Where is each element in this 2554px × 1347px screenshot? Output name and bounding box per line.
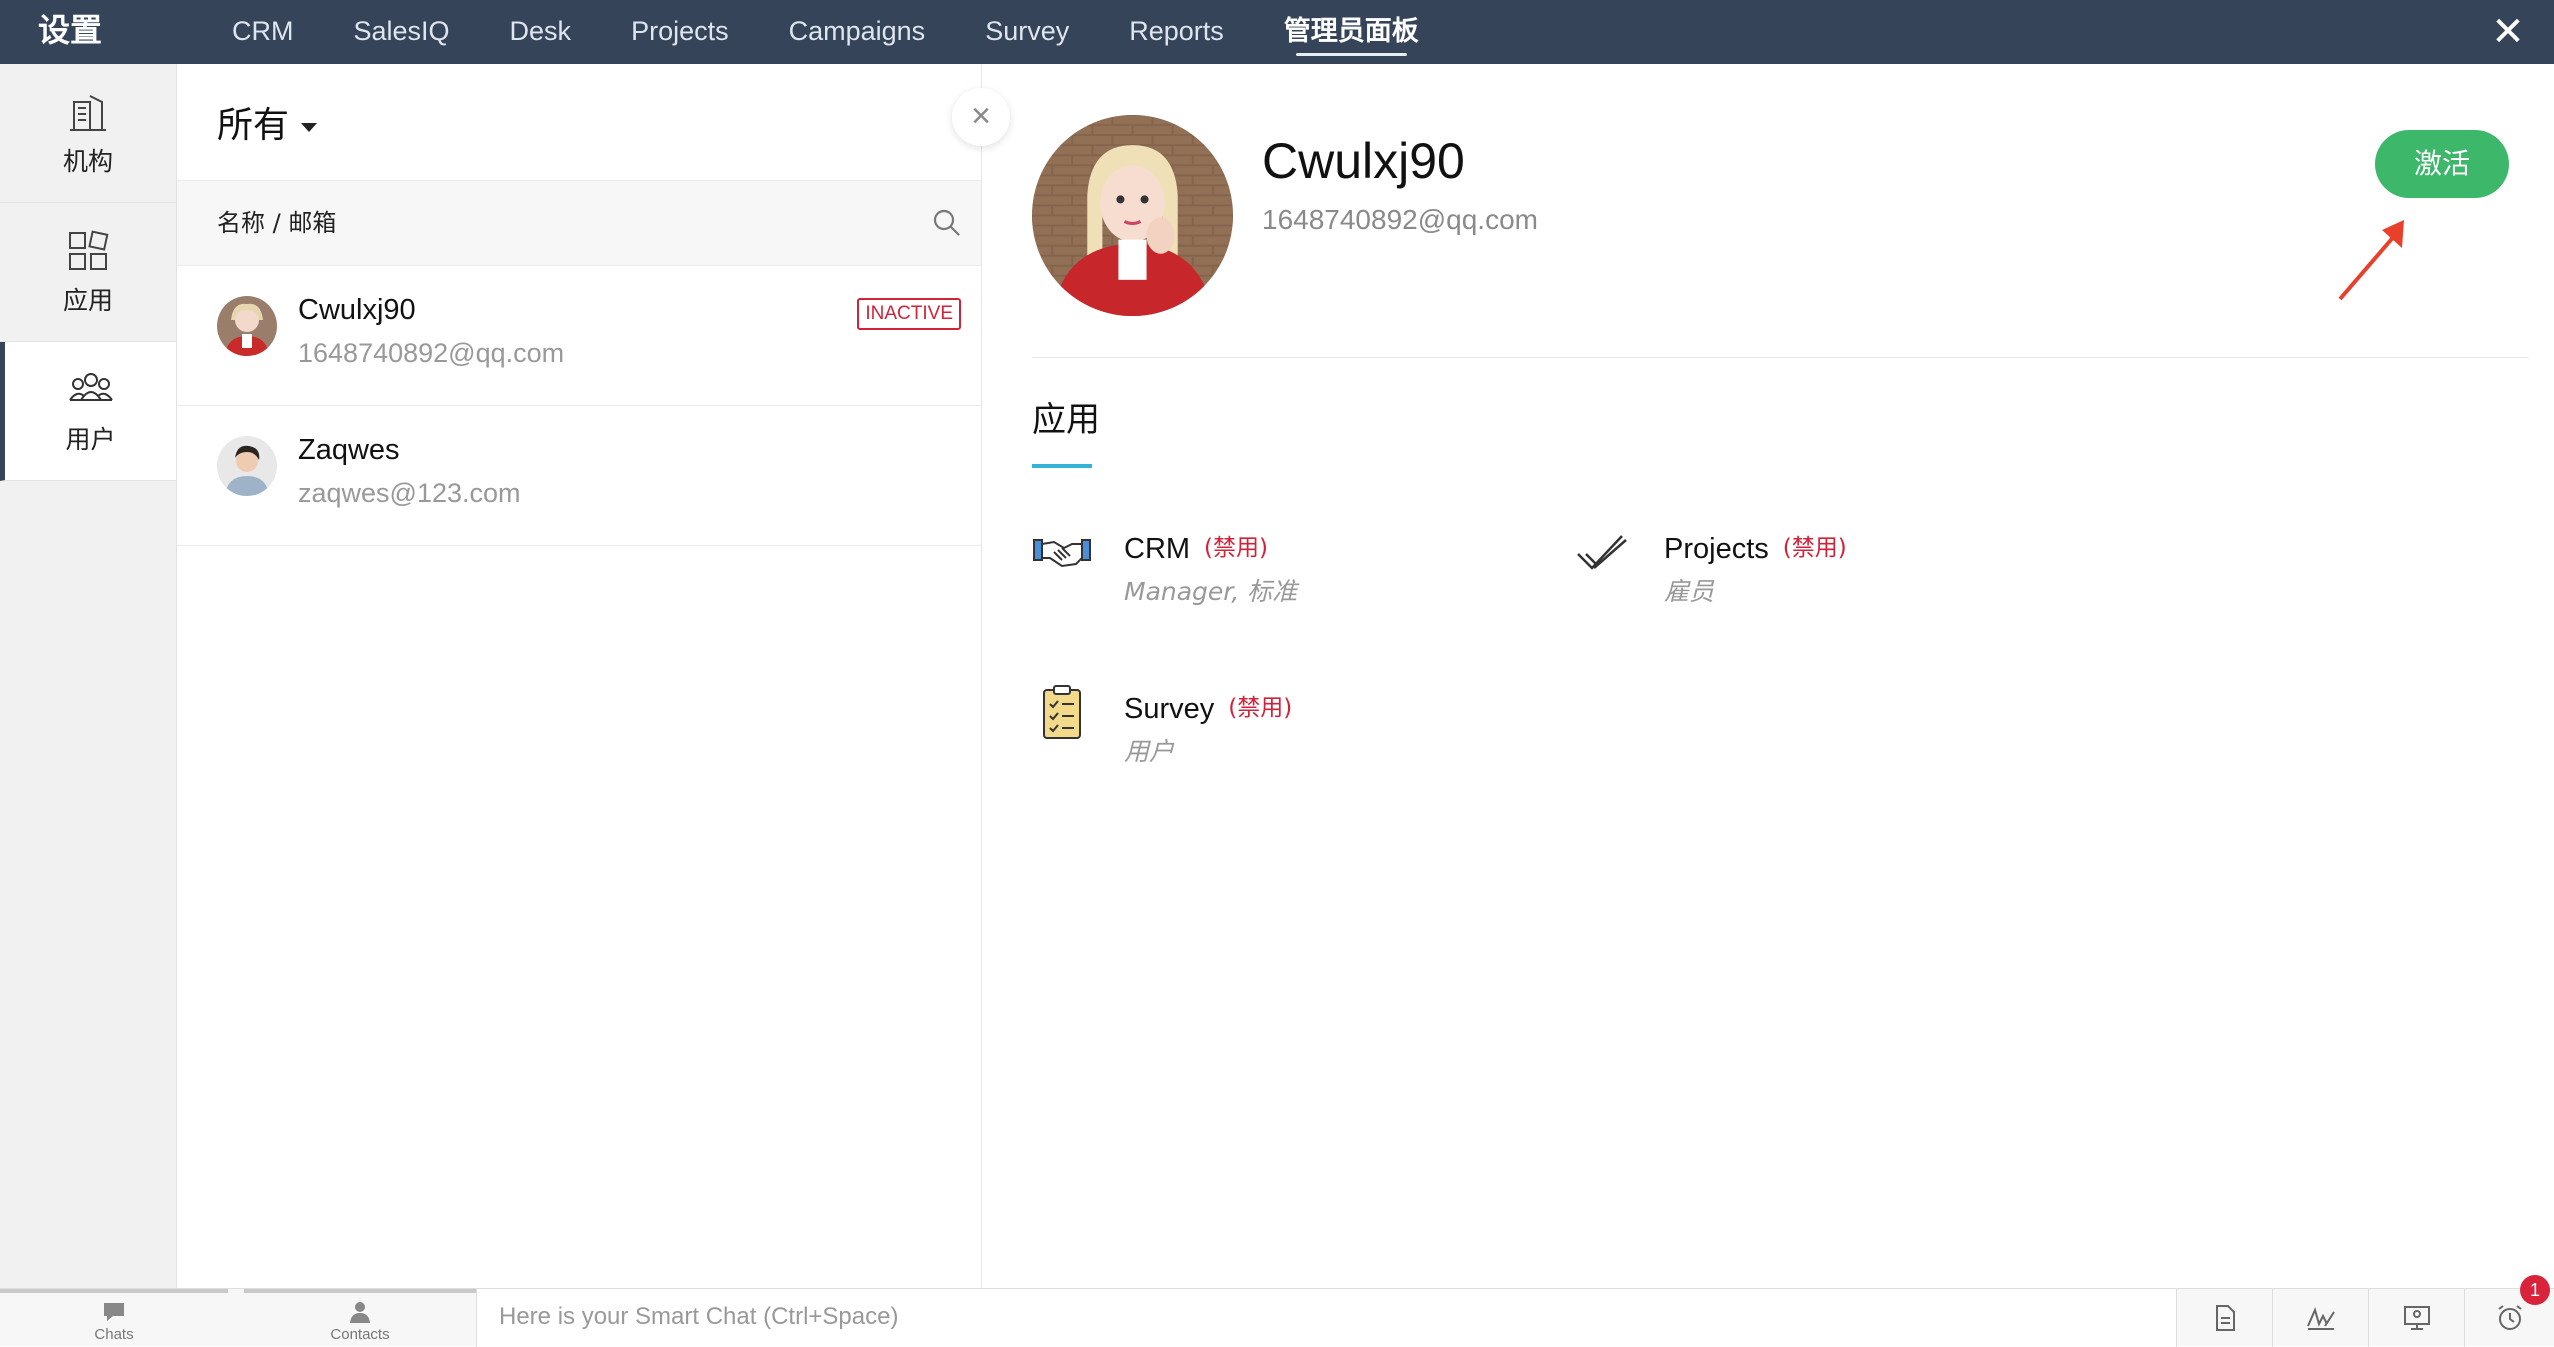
app-disabled-flag: (禁用) bbox=[1204, 535, 1268, 561]
caret-down-icon bbox=[301, 122, 318, 132]
user-email: zaqwes@123.com bbox=[298, 478, 521, 508]
smart-chat-input[interactable]: Here is your Smart Chat (Ctrl+Space) bbox=[476, 1289, 2176, 1347]
notes-button[interactable] bbox=[2176, 1289, 2272, 1347]
app-role: Manager, 标准 bbox=[1124, 577, 1298, 606]
rail-label: 应用 bbox=[62, 286, 113, 315]
screen-share-button[interactable] bbox=[2368, 1289, 2464, 1347]
rail-item-organization[interactable]: 机构 bbox=[0, 64, 176, 203]
user-list-panel: 所有 名称 / 邮箱 Cwulxj90 1648740892@qq.com IN… bbox=[177, 64, 982, 1288]
user-filter-dropdown[interactable]: 所有 bbox=[217, 96, 318, 148]
chats-label: Chats bbox=[94, 1326, 134, 1343]
app-title: CRM bbox=[1124, 533, 1191, 565]
list-header: 所有 bbox=[177, 64, 981, 181]
app-disabled-flag: (禁用) bbox=[1782, 535, 1847, 561]
signature-button[interactable] bbox=[2272, 1289, 2368, 1347]
nav-desk[interactable]: Desk bbox=[510, 0, 572, 64]
user-email: 1648740892@qq.com bbox=[298, 338, 565, 368]
app-name: CRM (禁用) bbox=[1124, 528, 1268, 566]
nav-salesiq[interactable]: SalesIQ bbox=[354, 0, 450, 64]
user-avatar-large bbox=[1032, 115, 1233, 316]
search-icon[interactable] bbox=[931, 207, 963, 239]
top-bar: 设置 CRM SalesIQ Desk Projects Campaigns S… bbox=[0, 0, 2554, 64]
close-settings-button[interactable]: ✕ bbox=[2486, 10, 2530, 54]
section-underline bbox=[1032, 464, 1092, 468]
app-title: Projects bbox=[1664, 533, 1769, 565]
bottom-bar: Chats Contacts Here is your Smart Chat (… bbox=[0, 1275, 2554, 1347]
close-icon: ✕ bbox=[2491, 10, 2525, 54]
signature-icon bbox=[2306, 1307, 2335, 1330]
app-disabled-flag: (禁用) bbox=[1228, 695, 1293, 721]
avatar bbox=[217, 296, 277, 356]
nav-survey[interactable]: Survey bbox=[985, 0, 1069, 64]
nav-projects[interactable]: Projects bbox=[631, 0, 729, 64]
app-role: 用户 bbox=[1124, 737, 1175, 766]
app-name: Survey (禁用) bbox=[1124, 688, 1292, 726]
document-icon bbox=[2215, 1305, 2235, 1331]
filter-label: 所有 bbox=[217, 105, 290, 146]
app-title: Survey bbox=[1124, 693, 1215, 725]
user-row[interactable]: Cwulxj90 1648740892@qq.com INACTIVE bbox=[177, 266, 981, 406]
alarm-clock-icon bbox=[2497, 1305, 2522, 1330]
nav-admin-panel[interactable]: 管理员面板 bbox=[1284, 0, 1419, 64]
chat-bubble-icon bbox=[104, 1303, 124, 1321]
chats-tab[interactable]: Chats bbox=[0, 1289, 228, 1347]
user-row[interactable]: Zaqwes zaqwes@123.com bbox=[177, 406, 981, 546]
contacts-label: Contacts bbox=[330, 1326, 390, 1343]
contact-person-icon bbox=[350, 1302, 370, 1323]
rail-item-apps[interactable]: 应用 bbox=[0, 203, 176, 342]
rail-label: 用户 bbox=[65, 425, 116, 454]
clipboard-checklist-icon bbox=[1043, 685, 1081, 739]
users-icon bbox=[68, 373, 113, 401]
app-name: Projects (禁用) bbox=[1664, 528, 1847, 566]
close-icon: × bbox=[971, 97, 991, 135]
notification-count-badge: 1 bbox=[2520, 1275, 2550, 1305]
app-role: 雇员 bbox=[1664, 577, 1715, 606]
section-divider bbox=[1032, 357, 2529, 358]
user-name: Zaqwes bbox=[298, 434, 400, 466]
rail-label: 机构 bbox=[62, 147, 113, 176]
user-detail-panel: Cwulxj90 1648740892@qq.com 激活 应用 CRM (禁用)… bbox=[982, 64, 2554, 1288]
close-detail-button[interactable]: × bbox=[952, 88, 1010, 146]
apps-grid-icon bbox=[69, 230, 109, 270]
contacts-tab[interactable]: Contacts bbox=[244, 1289, 476, 1347]
double-check-icon bbox=[1577, 535, 1627, 570]
monitor-icon bbox=[2403, 1306, 2430, 1330]
building-icon bbox=[70, 95, 106, 131]
nav-crm[interactable]: CRM bbox=[232, 0, 294, 64]
pointer-arrow-icon bbox=[2338, 220, 2404, 301]
settings-title: 设置 bbox=[38, 11, 103, 49]
reminders-button[interactable]: 1 bbox=[2464, 1275, 2554, 1347]
avatar bbox=[217, 436, 277, 496]
column-header: 名称 / 邮箱 bbox=[177, 181, 981, 266]
settings-rail: 机构 应用 用户 bbox=[0, 64, 177, 1288]
status-badge: INACTIVE bbox=[857, 298, 961, 330]
top-nav: CRM SalesIQ Desk Projects Campaigns Surv… bbox=[232, 0, 1479, 64]
user-display-email: 1648740892@qq.com bbox=[1262, 204, 1538, 235]
column-label-name-email: 名称 / 邮箱 bbox=[217, 209, 337, 237]
user-display-name: Cwulxj90 bbox=[1262, 133, 1465, 189]
activate-button[interactable]: 激活 bbox=[2375, 130, 2509, 198]
nav-reports[interactable]: Reports bbox=[1129, 0, 1224, 64]
user-name: Cwulxj90 bbox=[298, 294, 416, 326]
nav-campaigns[interactable]: Campaigns bbox=[789, 0, 926, 64]
handshake-icon bbox=[1033, 539, 1091, 568]
rail-item-users[interactable]: 用户 bbox=[0, 342, 176, 481]
apps-section-title: 应用 bbox=[1032, 400, 1100, 440]
